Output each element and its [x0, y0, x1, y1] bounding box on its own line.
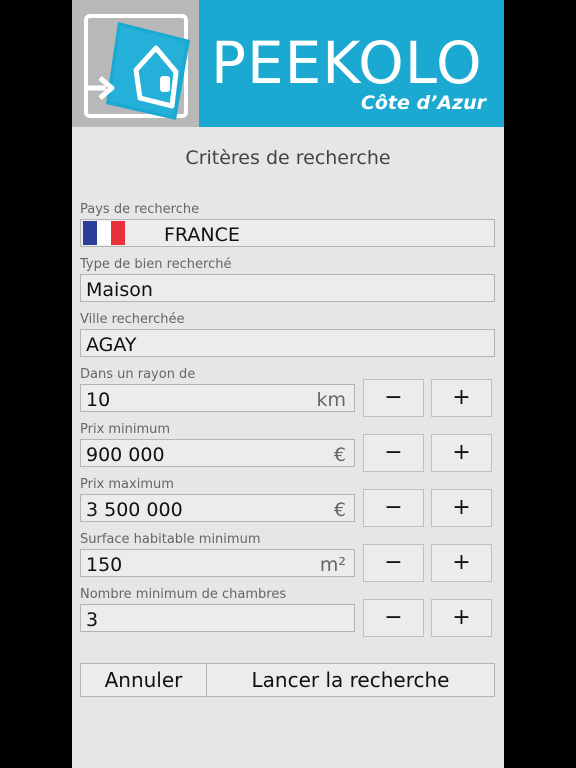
app-panel: PEEKOLO Côte d’Azur Critères de recherch… [72, 0, 504, 768]
min-price-label: Prix minimum [80, 422, 171, 437]
radius-unit: km [316, 389, 346, 411]
max-price-unit: € [333, 499, 346, 521]
property-type-label: Type de bien recherché [80, 257, 232, 272]
min-area-decrease-button[interactable]: − [363, 544, 424, 582]
max-price-increase-button[interactable]: + [431, 489, 492, 527]
france-flag-icon [83, 221, 125, 245]
cancel-button[interactable]: Annuler [80, 663, 207, 697]
min-rooms-decrease-button[interactable]: − [363, 599, 424, 637]
max-price-decrease-button[interactable]: − [363, 489, 424, 527]
min-price-value: 900 000 [86, 444, 165, 466]
min-rooms-label: Nombre minimum de chambres [80, 587, 287, 602]
property-type-select[interactable]: Maison [80, 274, 495, 302]
min-price-increase-button[interactable]: + [431, 434, 492, 472]
brand-name: PEEKOLO [211, 29, 483, 97]
launch-search-button[interactable]: Lancer la recherche [206, 663, 495, 697]
city-value: AGAY [86, 334, 137, 356]
min-price-decrease-button[interactable]: − [363, 434, 424, 472]
city-label: Ville recherchée [80, 312, 185, 327]
brand-banner: PEEKOLO Côte d’Azur [199, 0, 504, 127]
country-select[interactable]: FRANCE [80, 219, 495, 247]
min-area-value: 150 [86, 554, 123, 576]
radius-decrease-button[interactable]: − [363, 379, 424, 417]
min-area-unit: m² [319, 554, 346, 576]
radius-label: Dans un rayon de [80, 367, 196, 382]
min-rooms-increase-button[interactable]: + [431, 599, 492, 637]
property-type-value: Maison [86, 279, 153, 301]
min-price-unit: € [333, 444, 346, 466]
radius-input[interactable]: 10 km [80, 384, 355, 412]
max-price-value: 3 500 000 [86, 499, 183, 521]
min-area-input[interactable]: 150 m² [80, 549, 355, 577]
max-price-input[interactable]: 3 500 000 € [80, 494, 355, 522]
logo-mark [72, 0, 199, 127]
city-input[interactable]: AGAY [80, 329, 495, 357]
brand-tagline: Côte d’Azur [360, 92, 486, 114]
country-value: FRANCE [164, 224, 240, 246]
radius-increase-button[interactable]: + [431, 379, 492, 417]
min-price-input[interactable]: 900 000 € [80, 439, 355, 467]
max-price-label: Prix maximum [80, 477, 174, 492]
country-label: Pays de recherche [80, 202, 200, 217]
radius-value: 10 [86, 389, 111, 411]
min-area-label: Surface habitable minimum [80, 532, 261, 547]
page-title: Critères de recherche [185, 147, 391, 169]
min-rooms-value: 3 [86, 609, 99, 631]
min-rooms-input[interactable]: 3 [80, 604, 355, 632]
min-area-increase-button[interactable]: + [431, 544, 492, 582]
